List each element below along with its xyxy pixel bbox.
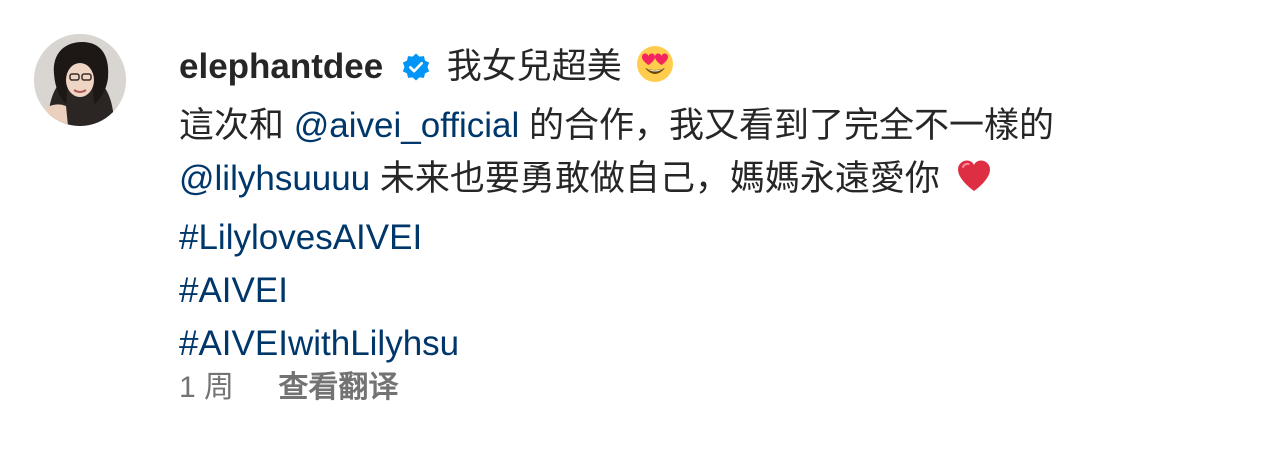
comment-body: elephantdee 我女兒超美 這次和 @aivei_official 的合… <box>179 40 1259 370</box>
hashtag-line: #LilylovesAIVEI <box>179 211 1259 264</box>
comment-time: 1 周 <box>179 371 235 404</box>
hashtag-aivei[interactable]: #AIVEI <box>179 271 288 310</box>
username[interactable]: elephantdee <box>179 47 383 86</box>
hashtag-aiveiwithlilyhsu[interactable]: #AIVEIwithLilyhsu <box>179 324 459 363</box>
see-translation-button[interactable]: 查看翻译 <box>278 371 398 404</box>
hashtag-line: #AIVEI <box>179 264 1259 317</box>
verified-badge-icon <box>401 44 431 97</box>
avatar-image <box>34 34 126 126</box>
hashtag-lilylovesaivei[interactable]: #LilylovesAIVEI <box>179 218 422 257</box>
comment-text-line2: 未来也要勇敢做自己，媽媽永遠愛你 <box>379 159 940 198</box>
comment-text-prefix: 這次和 <box>179 106 285 145</box>
comment-text-suffix: 的合作，我又看到了完全不一樣的 <box>529 106 1055 145</box>
comment-line-2: @lilyhsuuuu 未来也要勇敢做自己，媽媽永遠愛你 <box>179 152 1259 211</box>
heart-eyes-emoji <box>635 44 675 99</box>
comment-intro-text: 我女兒超美 <box>446 47 622 86</box>
comment-meta: 1 周 查看翻译 <box>179 366 398 410</box>
avatar[interactable] <box>34 34 126 126</box>
comment-line-1: 這次和 @aivei_official 的合作，我又看到了完全不一樣的 <box>179 99 1259 152</box>
comment-header-line: elephantdee 我女兒超美 <box>179 40 1259 99</box>
red-heart-emoji <box>954 156 994 211</box>
mention-aivei-official[interactable]: @aivei_official <box>294 106 520 145</box>
comment-post: elephantdee 我女兒超美 這次和 @aivei_official 的合… <box>0 0 1278 450</box>
mention-lilyhsuuuu[interactable]: @lilyhsuuuu <box>179 159 370 198</box>
hashtag-line: #AIVEIwithLilyhsu <box>179 317 1259 370</box>
